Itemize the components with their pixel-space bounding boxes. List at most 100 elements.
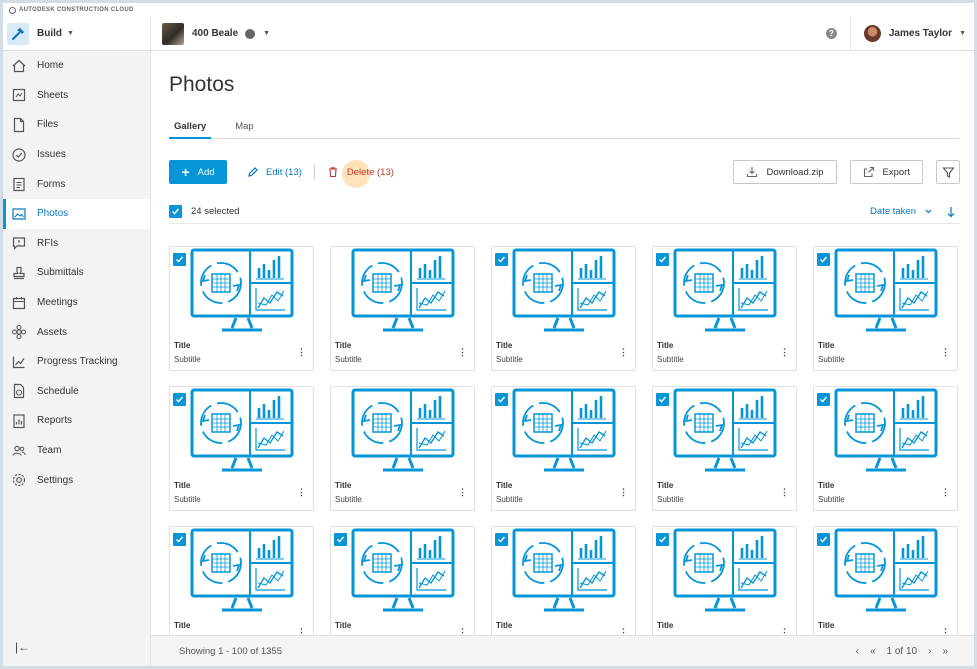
photo-thumbnail[interactable] [814, 387, 957, 475]
photo-thumbnail[interactable] [653, 527, 796, 615]
sidebar-item-home[interactable]: Home [3, 51, 150, 81]
sidebar: Home Sheets Files Issues Forms Photos RFIs Subm… [3, 51, 151, 666]
product-name: Build [37, 28, 62, 39]
next-page-icon[interactable]: › [928, 646, 931, 657]
photo-thumbnail[interactable] [653, 387, 796, 475]
photo-subtitle: Subtitle [335, 355, 362, 364]
photo-thumbnail[interactable] [492, 527, 635, 615]
more-options-icon[interactable]: ⋮ [619, 347, 628, 358]
photo-card[interactable]: Title ⋮ [169, 526, 314, 651]
photo-card[interactable]: Title ⋮ [491, 526, 636, 651]
photo-checkbox[interactable] [334, 533, 347, 546]
photo-thumbnail[interactable] [331, 387, 474, 475]
sidebar-item-sheets[interactable]: Sheets [3, 81, 150, 111]
photo-thumbnail[interactable] [170, 247, 313, 335]
tab-map[interactable]: Map [230, 121, 258, 139]
sort-descending-icon[interactable] [946, 206, 956, 218]
photo-card[interactable]: Title Subtitle ⋮ [652, 386, 797, 511]
more-options-icon[interactable]: ⋮ [780, 347, 789, 358]
sidebar-item-team[interactable]: Team [3, 436, 150, 466]
first-page-icon[interactable]: « [870, 646, 876, 657]
more-options-icon[interactable]: ⋮ [458, 487, 467, 498]
filter-button[interactable] [936, 160, 960, 184]
more-options-icon[interactable]: ⋮ [297, 347, 306, 358]
filter-icon [941, 166, 955, 178]
export-button[interactable]: Export [849, 160, 923, 184]
photo-checkbox[interactable] [817, 533, 830, 546]
sidebar-item-files[interactable]: Files [3, 110, 150, 140]
sidebar-item-rfis[interactable]: RFIs [3, 229, 150, 259]
select-all-checkbox[interactable] [169, 205, 182, 218]
sidebar-item-issues[interactable]: Issues [3, 140, 150, 170]
more-options-icon[interactable]: ⋮ [941, 487, 950, 498]
photo-card[interactable]: Title Subtitle ⋮ [330, 386, 475, 511]
add-button[interactable]: + Add [169, 160, 227, 184]
project-switcher[interactable]: 400 Beale ▼ [162, 22, 270, 45]
sidebar-item-forms[interactable]: Forms [3, 169, 150, 199]
user-name: James Taylor [888, 28, 953, 39]
photo-thumbnail[interactable] [814, 527, 957, 615]
photo-checkbox[interactable] [656, 533, 669, 546]
photo-card[interactable]: Title Subtitle ⋮ [169, 246, 314, 371]
more-options-icon[interactable]: ⋮ [458, 347, 467, 358]
photo-card[interactable]: Title Subtitle ⋮ [330, 246, 475, 371]
sidebar-item-schedule[interactable]: Schedule [3, 377, 150, 407]
sidebar-item-progress-tracking[interactable]: Progress Tracking [3, 347, 150, 377]
photo-subtitle: Subtitle [496, 495, 523, 504]
photo-card[interactable]: Title ⋮ [330, 526, 475, 651]
sidebar-item-label: Submittals [37, 267, 84, 279]
sidebar-item-settings[interactable]: Settings [3, 465, 150, 495]
photo-checkbox[interactable] [656, 393, 669, 406]
sidebar-item-assets[interactable]: Assets [3, 317, 150, 347]
more-options-icon[interactable]: ⋮ [941, 347, 950, 358]
photo-thumbnail[interactable] [492, 247, 635, 335]
photo-checkbox[interactable] [173, 533, 186, 546]
sidebar-item-photos[interactable]: Photos [3, 198, 150, 229]
previous-page-icon[interactable]: ‹ [856, 646, 859, 657]
more-options-icon[interactable]: ⋮ [297, 487, 306, 498]
photo-checkbox[interactable] [656, 253, 669, 266]
photo-title: Title [818, 621, 835, 630]
photo-thumbnail[interactable] [170, 527, 313, 615]
sidebar-item-label: Issues [37, 149, 66, 161]
photo-checkbox[interactable] [173, 253, 186, 266]
user-menu[interactable]: James Taylor ▼ [849, 16, 974, 51]
sidebar-item-label: Sheets [37, 89, 69, 101]
sidebar-item-submittals[interactable]: Submittals [3, 258, 150, 288]
sidebar-item-label: Forms [37, 178, 66, 190]
photo-checkbox[interactable] [495, 393, 508, 406]
photo-card[interactable]: Title Subtitle ⋮ [813, 386, 958, 511]
sort-dropdown[interactable]: Date taken [870, 206, 960, 218]
photo-checkbox[interactable] [495, 533, 508, 546]
photo-card[interactable]: Title Subtitle ⋮ [491, 386, 636, 511]
photo-thumbnail[interactable] [492, 387, 635, 475]
photo-card[interactable]: Title Subtitle ⋮ [169, 386, 314, 511]
photo-card[interactable]: Title Subtitle ⋮ [491, 246, 636, 371]
photo-card[interactable]: Title ⋮ [652, 526, 797, 651]
more-options-icon[interactable]: ⋮ [780, 487, 789, 498]
download-zip-button[interactable]: Download.zip [733, 160, 837, 184]
photo-checkbox[interactable] [495, 253, 508, 266]
delete-button[interactable]: Delete (13) [327, 160, 394, 188]
edit-button[interactable]: Edit (13) [247, 166, 302, 178]
photo-thumbnail[interactable] [331, 527, 474, 615]
question-circle-icon[interactable]: ? [825, 28, 837, 39]
tab-gallery[interactable]: Gallery [169, 121, 212, 139]
photo-card[interactable]: Title Subtitle ⋮ [652, 246, 797, 371]
photo-checkbox[interactable] [173, 393, 186, 406]
photo-thumbnail[interactable] [814, 247, 957, 335]
sidebar-item-meetings[interactable]: Meetings [3, 288, 150, 318]
photo-thumbnail[interactable] [170, 387, 313, 475]
photo-checkbox[interactable] [817, 253, 830, 266]
photo-card[interactable]: Title Subtitle ⋮ [813, 246, 958, 371]
collapse-sidebar-icon[interactable]: |← [15, 640, 30, 654]
last-page-icon[interactable]: » [942, 646, 948, 657]
more-options-icon[interactable]: ⋮ [619, 487, 628, 498]
product-switcher[interactable]: Build ▼ [3, 16, 151, 51]
photo-thumbnail[interactable] [331, 247, 474, 335]
photo-checkbox[interactable] [817, 393, 830, 406]
photo-subtitle: Subtitle [496, 355, 523, 364]
sidebar-item-reports[interactable]: Reports [3, 406, 150, 436]
photo-thumbnail[interactable] [653, 247, 796, 335]
photo-card[interactable]: Title ⋮ [813, 526, 958, 651]
